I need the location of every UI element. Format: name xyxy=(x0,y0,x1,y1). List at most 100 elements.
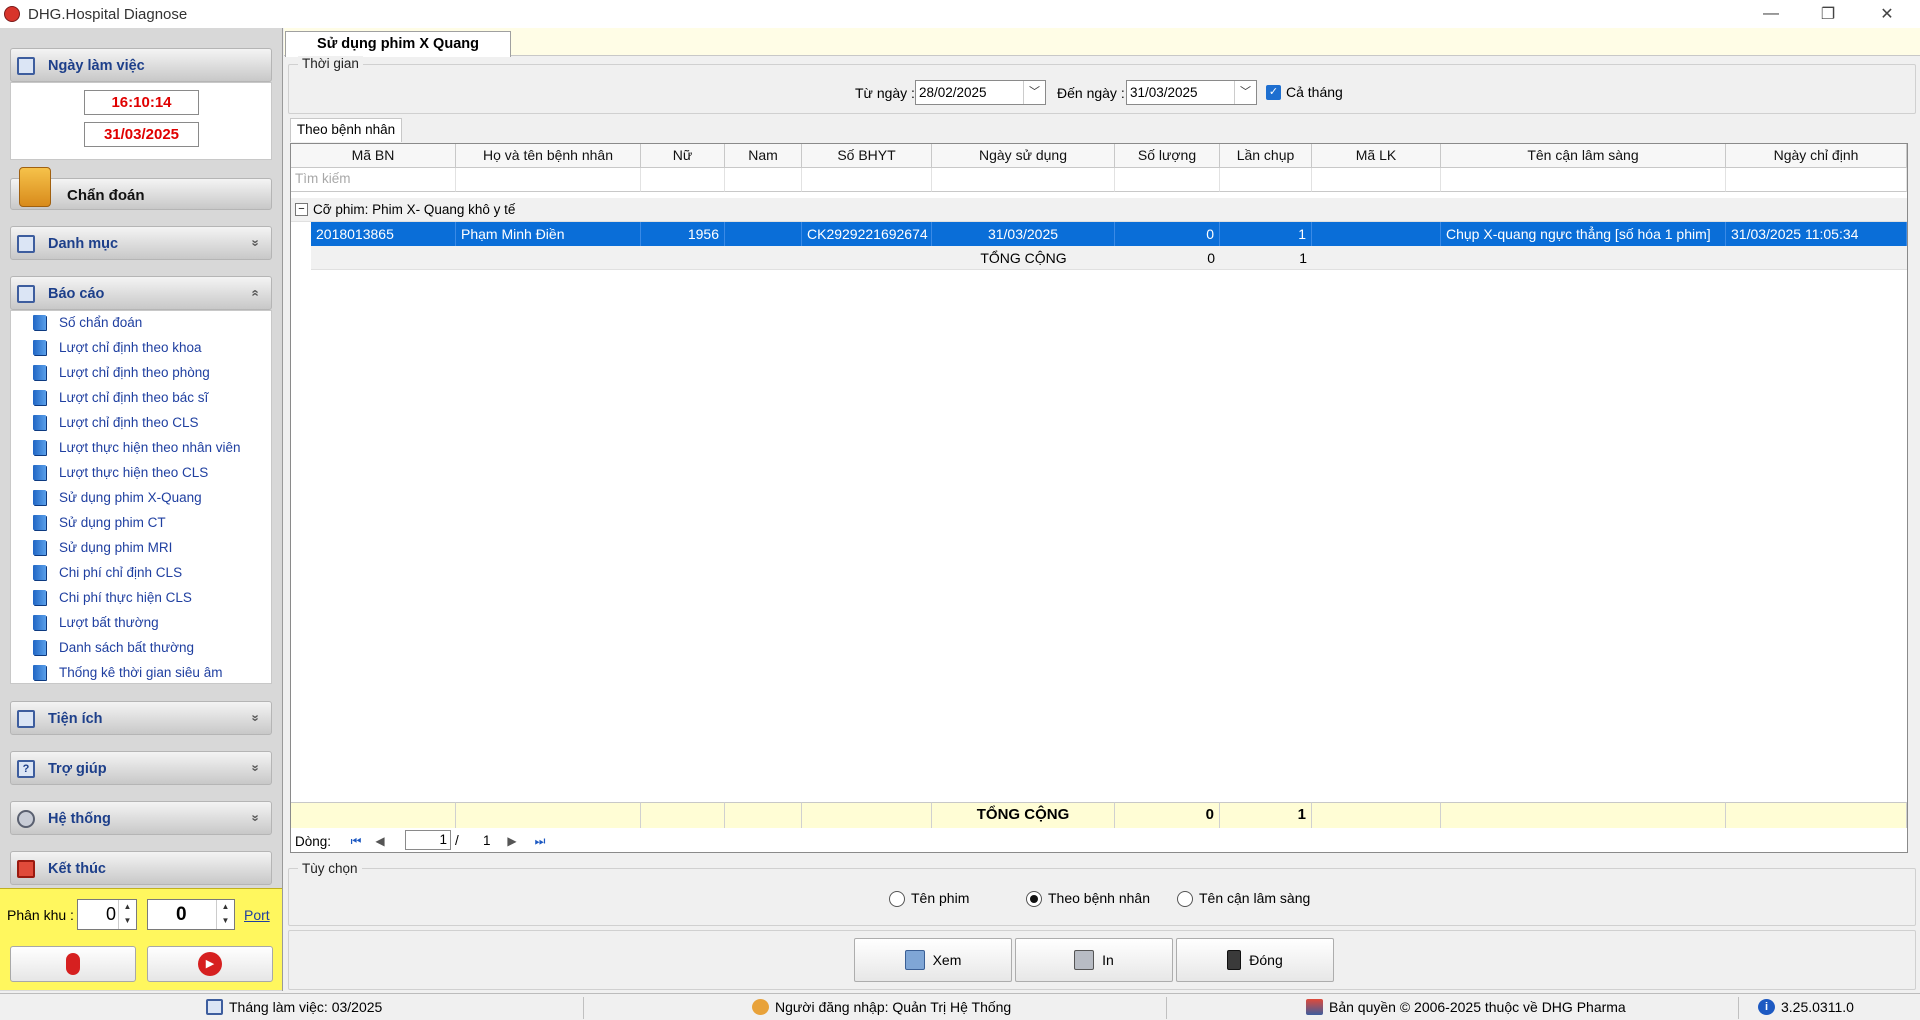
to-date-picker[interactable]: 31/03/2025 ﹀ xyxy=(1126,80,1257,105)
report-item[interactable]: Sử dụng phim CT xyxy=(33,512,166,532)
port-spinner[interactable]: 0 ▲ ▼ xyxy=(147,899,235,930)
help-header[interactable]: ? Trợ giúp » xyxy=(10,751,272,785)
whole-month-checkbox[interactable]: ✓ xyxy=(1266,85,1281,100)
book-icon xyxy=(33,564,46,580)
close-form-button[interactable]: Đóng xyxy=(1176,938,1334,982)
working-day-header[interactable]: Ngày làm việc xyxy=(10,48,272,82)
search-input[interactable]: Tìm kiếm xyxy=(291,168,456,192)
close-button[interactable]: ✕ xyxy=(1864,0,1910,28)
chevron-down-icon[interactable]: » xyxy=(248,764,263,771)
report-item[interactable]: Sử dụng phim X-Quang xyxy=(33,487,202,507)
report-item[interactable]: Sử dụng phim MRI xyxy=(33,537,172,557)
zone-spinner[interactable]: 0 ▲ ▼ xyxy=(77,899,137,930)
chevron-down-icon[interactable]: » xyxy=(248,814,263,821)
filter-cell[interactable] xyxy=(1115,168,1220,192)
tab-xray-film[interactable]: Sử dụng phim X Quang xyxy=(285,31,511,57)
report-item[interactable]: Lượt chỉ định theo phòng xyxy=(33,362,210,382)
tab-strip xyxy=(284,28,1920,56)
catalog-header[interactable]: Danh mục » xyxy=(10,226,272,260)
cell-male xyxy=(725,222,802,246)
column-header[interactable]: Số lượng xyxy=(1115,144,1220,168)
column-header[interactable]: Ngày sử dụng xyxy=(932,144,1115,168)
chevron-down-icon[interactable]: » xyxy=(248,714,263,721)
column-header[interactable]: Lần chụp xyxy=(1220,144,1312,168)
chevron-down-icon[interactable]: » xyxy=(248,239,263,246)
view-button-label: Xem xyxy=(932,952,962,968)
group-total-quantity: 0 xyxy=(1207,250,1215,266)
chevron-down-icon[interactable]: ﹀ xyxy=(1234,81,1256,104)
exit-label: Kết thúc xyxy=(48,861,106,877)
report-item[interactable]: Số chẩn đoán xyxy=(33,312,142,332)
exit-header[interactable]: Kết thúc xyxy=(10,851,272,885)
footer-total-quantity: 0 xyxy=(1115,802,1220,828)
report-item[interactable]: Lượt thực hiện theo nhân viên xyxy=(33,437,241,457)
whole-month-label: Cả tháng xyxy=(1286,84,1343,100)
restore-button[interactable]: ❐ xyxy=(1805,0,1851,28)
view-button[interactable]: Xem xyxy=(854,938,1012,982)
status-month-text: Tháng làm việc: 03/2025 xyxy=(229,999,383,1015)
cell-test-name: Chụp X-quang ngực thẳng [số hóa 1 phim] xyxy=(1441,222,1726,246)
column-header[interactable]: Mã LK xyxy=(1312,144,1441,168)
filter-cell[interactable] xyxy=(1441,168,1726,192)
report-item[interactable]: Thống kê thời gian siêu âm xyxy=(33,662,222,682)
report-item[interactable]: Chi phí thực hiện CLS xyxy=(33,587,192,607)
cell-female: 1956 xyxy=(641,222,725,246)
column-header[interactable]: Tên cận lâm sàng xyxy=(1441,144,1726,168)
report-item[interactable]: Chi phí chỉ định CLS xyxy=(33,562,182,582)
report-item[interactable]: Lượt chỉ định theo CLS xyxy=(33,412,198,432)
column-header[interactable]: Họ và tên bệnh nhân xyxy=(456,144,641,168)
calendar-icon xyxy=(206,999,223,1015)
report-item[interactable]: Lượt bất thường xyxy=(33,612,159,632)
info-icon: i xyxy=(1758,999,1775,1015)
port-link[interactable]: Port xyxy=(244,907,270,923)
radio-test-name[interactable] xyxy=(1177,891,1193,907)
report-item-label: Chi phí chỉ định CLS xyxy=(59,564,183,580)
radio-by-patient[interactable] xyxy=(1026,891,1042,907)
collapse-icon[interactable]: − xyxy=(295,203,308,216)
next-page-icon[interactable]: ▶ xyxy=(501,832,523,850)
column-header[interactable]: Ngày chỉ định xyxy=(1726,144,1907,168)
column-header[interactable]: Mã BN xyxy=(291,144,456,168)
prev-page-icon[interactable]: ◀ xyxy=(369,832,391,850)
filter-cell[interactable] xyxy=(725,168,802,192)
spinner-arrows-icon[interactable]: ▲ ▼ xyxy=(216,900,234,929)
help-icon: ? xyxy=(17,760,35,778)
filter-cell[interactable] xyxy=(641,168,725,192)
filter-cell[interactable] xyxy=(456,168,641,192)
status-divider xyxy=(1738,997,1739,1019)
column-header[interactable]: Nữ xyxy=(641,144,725,168)
filter-cell[interactable] xyxy=(1726,168,1907,192)
column-header[interactable]: Số BHYT xyxy=(802,144,932,168)
report-item[interactable]: Danh sách bất thường xyxy=(33,637,194,657)
report-item[interactable]: Lượt thực hiện theo CLS xyxy=(33,462,208,482)
report-item[interactable]: Lượt chỉ định theo khoa xyxy=(33,337,201,357)
record-button[interactable] xyxy=(10,946,136,982)
radio-film-name[interactable] xyxy=(889,891,905,907)
report-item-label: Danh sách bất thường xyxy=(59,639,194,655)
filter-cell[interactable] xyxy=(1312,168,1441,192)
print-button[interactable]: In xyxy=(1015,938,1173,982)
first-page-icon[interactable]: ⏮ xyxy=(345,832,367,850)
radio-by-patient-label: Theo bệnh nhân xyxy=(1048,890,1150,906)
reports-header[interactable]: Báo cáo « xyxy=(10,276,272,310)
system-header[interactable]: Hệ thống » xyxy=(10,801,272,835)
from-date-picker[interactable]: 28/02/2025 ﹀ xyxy=(915,80,1046,105)
page-input[interactable]: 1 xyxy=(405,830,451,850)
filter-cell[interactable] xyxy=(932,168,1115,192)
filter-cell[interactable] xyxy=(1220,168,1312,192)
last-page-icon[interactable]: ⏭ xyxy=(529,832,551,850)
chevron-down-icon[interactable]: ﹀ xyxy=(1023,81,1045,104)
play-button[interactable]: ▶ xyxy=(147,946,273,982)
spinner-arrows-icon[interactable]: ▲ ▼ xyxy=(118,900,136,929)
chevron-up-icon[interactable]: « xyxy=(248,289,263,296)
status-user: Người đăng nhập: Quản Trị Hệ Thống xyxy=(752,999,1011,1015)
minimize-button[interactable]: — xyxy=(1748,0,1794,28)
report-item[interactable]: Lượt chỉ định theo bác sĩ xyxy=(33,387,208,407)
utilities-header[interactable]: Tiện ích » xyxy=(10,701,272,735)
column-header[interactable]: Nam xyxy=(725,144,802,168)
tab-by-patient[interactable]: Theo bệnh nhân xyxy=(290,118,402,142)
footer-cell xyxy=(291,802,456,828)
port-value: 0 xyxy=(176,904,187,925)
filter-cell[interactable] xyxy=(802,168,932,192)
diagnose-header[interactable]: Chẩn đoán xyxy=(10,167,272,210)
